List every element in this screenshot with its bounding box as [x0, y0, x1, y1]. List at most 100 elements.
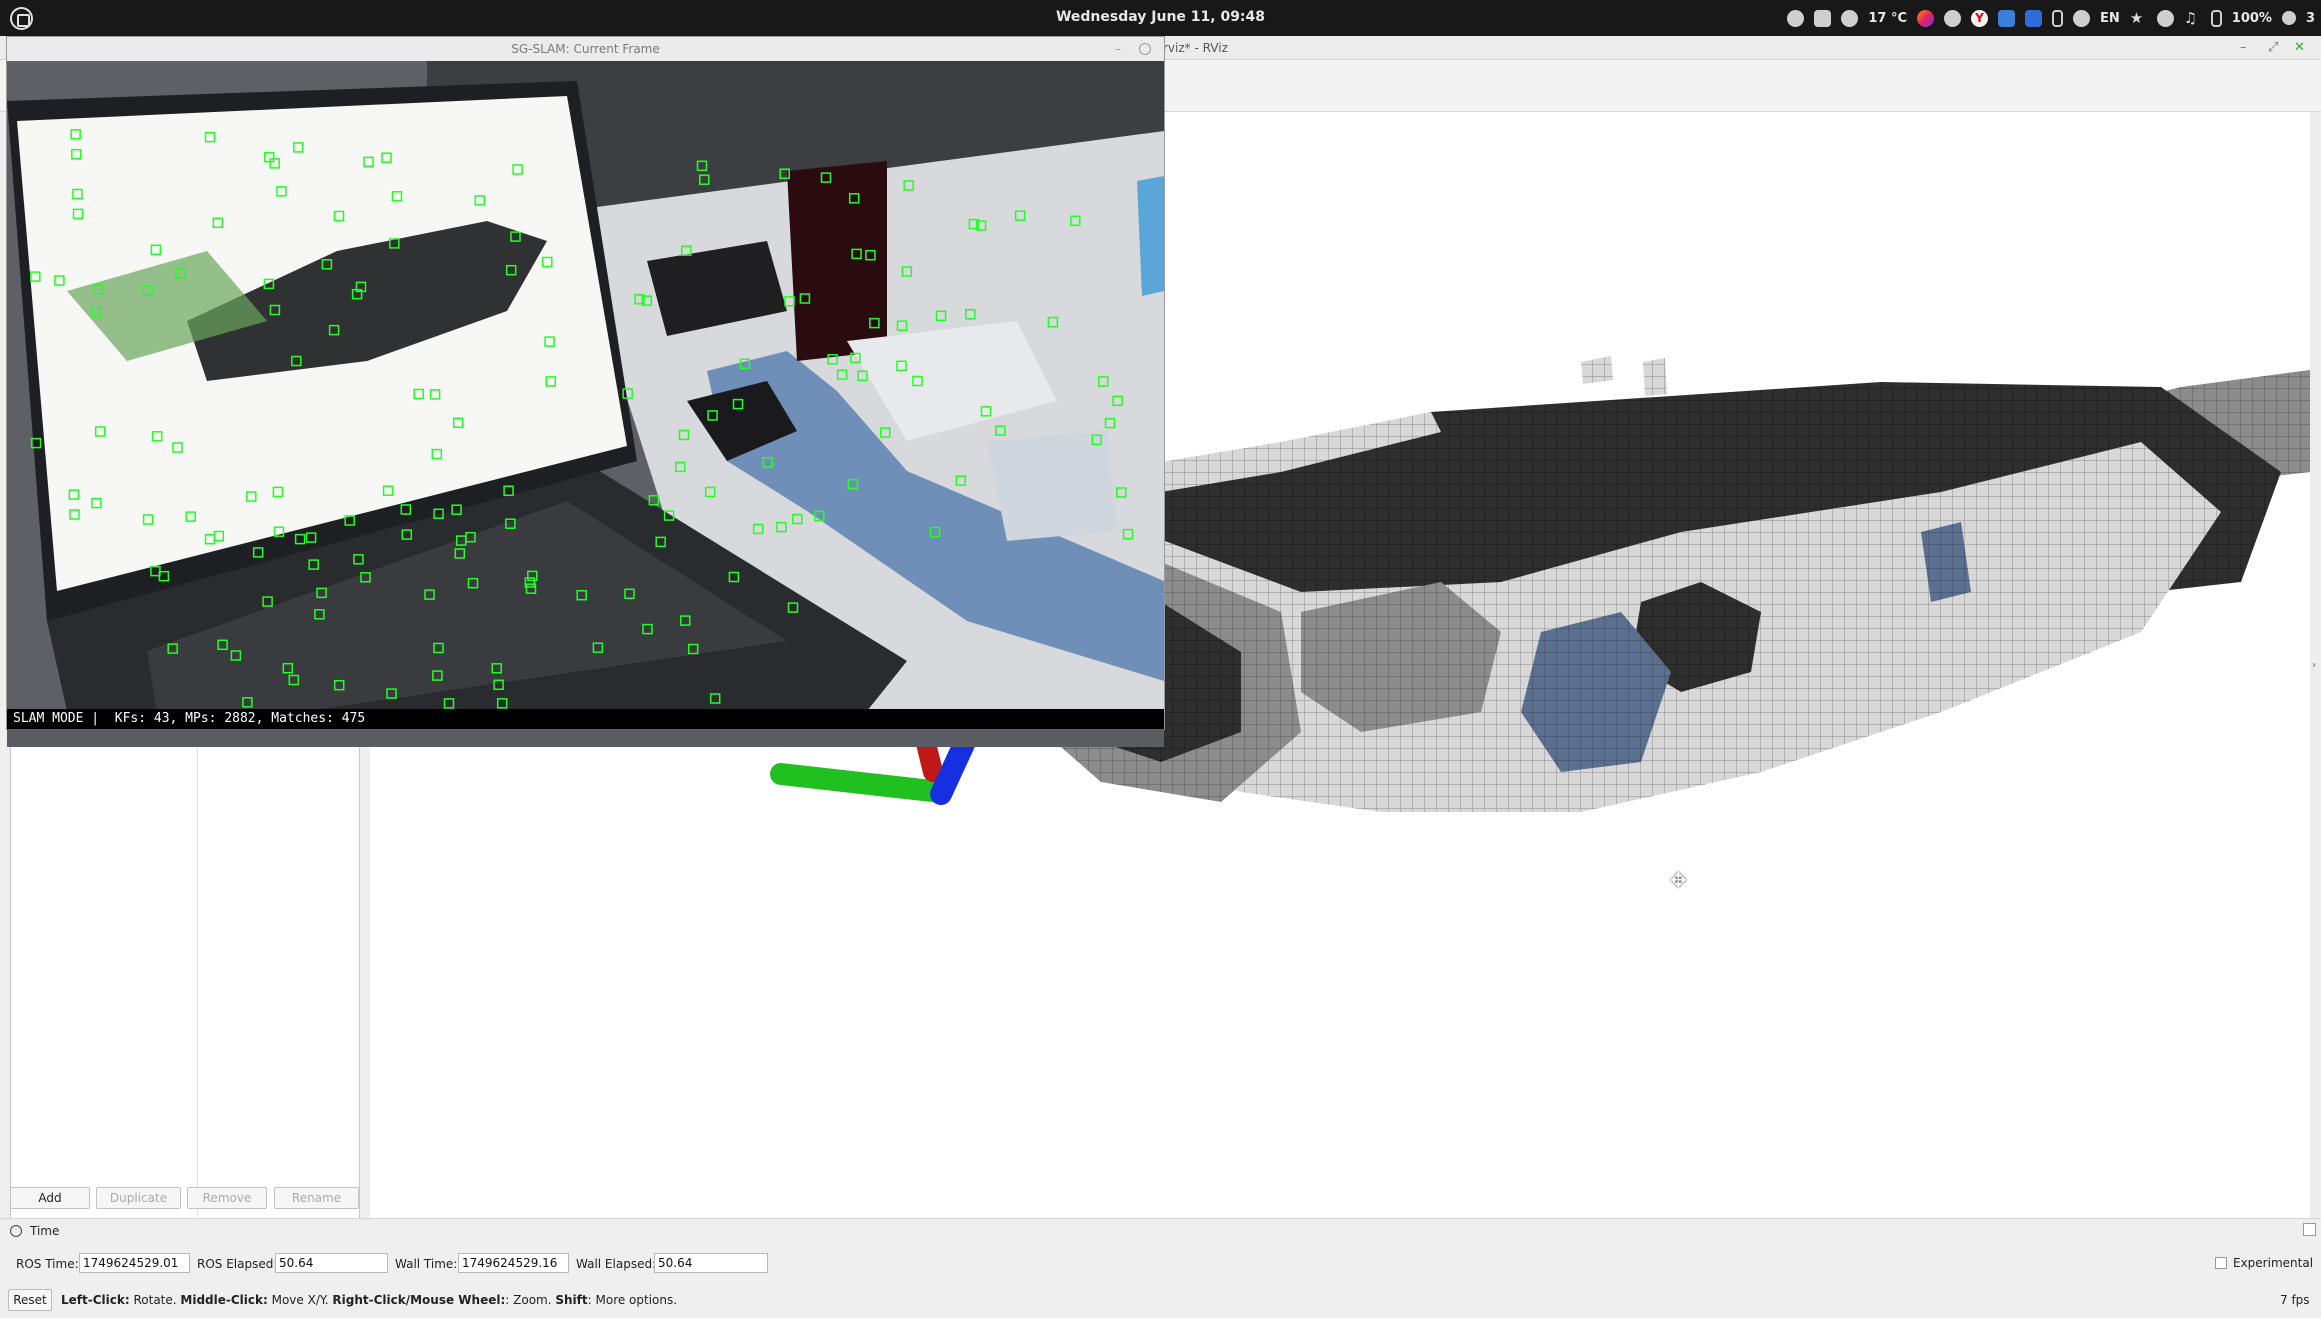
slam-close-icon[interactable] [1139, 43, 1151, 55]
wall-elapsed-field[interactable]: 50.64 [654, 1253, 768, 1273]
brightness-icon[interactable] [1787, 9, 1805, 27]
feature-point-marker [680, 615, 691, 626]
sg-slam-titlebar[interactable]: SG-SLAM: Current Frame – [7, 37, 1164, 61]
expand-arrow-icon[interactable]: › [2312, 660, 2316, 671]
feature-point-marker [230, 650, 242, 661]
feature-point-marker [272, 486, 284, 498]
slam-minimize-icon[interactable]: – [1115, 37, 1121, 61]
feature-point-marker [213, 530, 225, 542]
sg-slam-window-title: SG-SLAM: Current Frame [511, 42, 660, 56]
experimental-checkbox[interactable] [2215, 1257, 2227, 1269]
wifi-icon[interactable] [2156, 9, 2174, 27]
feature-point-marker [491, 663, 502, 674]
ros-time-field[interactable]: 1749624529.01 [79, 1253, 190, 1273]
feature-point-marker [204, 131, 216, 143]
system-tray: 17 °C Y EN ★ ♫ 100% 3 [1787, 6, 2315, 30]
duplicate-display-button[interactable]: Duplicate [96, 1187, 181, 1209]
star-icon[interactable]: ★ [2130, 9, 2147, 27]
feature-point-marker [185, 511, 196, 522]
add-display-button[interactable]: Add [10, 1187, 90, 1209]
feature-point-marker [432, 670, 443, 681]
feature-point-marker [544, 336, 555, 347]
feature-point-marker [30, 271, 41, 282]
remove-display-button[interactable]: Remove [187, 1187, 267, 1209]
clock-icon [10, 1225, 22, 1237]
feature-point-marker [792, 513, 803, 525]
viewport-side-strip: › [2310, 112, 2321, 1224]
rviz-window-title: rviz* - RViz [1163, 41, 1228, 55]
battery-icon[interactable] [2210, 9, 2222, 27]
weather-icon[interactable] [1841, 9, 1859, 27]
close-icon[interactable]: ✕ [2294, 40, 2305, 55]
feature-point-marker [912, 375, 923, 387]
yandex-icon[interactable]: Y [1971, 9, 1989, 27]
feature-point-marker [493, 679, 504, 691]
feature-point-marker [68, 489, 80, 500]
language-indicator[interactable]: EN [2100, 11, 2120, 26]
feature-point-marker [879, 427, 891, 438]
ros-elapsed-field[interactable]: 50.64 [275, 1253, 388, 1273]
temperature-label[interactable]: 17 °C [1868, 11, 1907, 26]
wall-time-field[interactable]: 1749624529.16 [458, 1253, 569, 1273]
screenshot-icon[interactable] [1998, 9, 2016, 27]
feature-point-marker [454, 548, 466, 559]
cloud-icon[interactable] [2073, 9, 2091, 27]
feature-point-marker [467, 577, 479, 589]
feature-point-marker [269, 304, 281, 316]
vpn-icon[interactable] [2025, 9, 2043, 27]
feature-point-marker [1104, 417, 1116, 429]
feature-point-marker [687, 643, 699, 655]
panel-close-icon[interactable] [2303, 1223, 2316, 1236]
feature-point-marker [70, 129, 81, 140]
battery-percent[interactable]: 100% [2232, 11, 2272, 26]
sg-slam-window[interactable]: SG-SLAM: Current Frame – SLAM MODE | KFs… [6, 36, 1165, 747]
ros-elapsed-label: ROS Elapsed: [197, 1257, 278, 1271]
feature-point-marker [929, 526, 941, 538]
feature-point-marker [696, 160, 708, 172]
feature-point-marker [850, 352, 861, 364]
hint-part: Left-Click: [61, 1293, 130, 1307]
feature-point-marker [269, 158, 280, 169]
feature-point-marker [857, 370, 868, 382]
bluetooth-icon[interactable] [2052, 9, 2064, 27]
feature-point-marker [699, 174, 710, 185]
hint-part: Shift [555, 1293, 588, 1307]
slam-status-bar: SLAM MODE | KFs: 43, MPs: 2882, Matches:… [7, 709, 1164, 729]
hint-part: Middle-Click: [180, 1293, 268, 1307]
move-cursor-icon: ✥ [1670, 868, 1687, 892]
reset-button[interactable]: Reset [8, 1289, 52, 1311]
music-icon[interactable]: ♫ [2184, 9, 2201, 27]
feature-point-marker [142, 514, 154, 525]
feature-point-marker [433, 642, 444, 654]
feature-point-marker [527, 570, 538, 582]
feature-point-marker [465, 531, 476, 543]
feature-point-marker [995, 425, 1006, 436]
notification-count[interactable]: 3 [2306, 11, 2315, 26]
voxel-cluster-small-2 [1643, 358, 1667, 396]
feature-point-marker [451, 504, 462, 515]
feature-point-marker [151, 431, 163, 442]
feature-point-marker [851, 248, 862, 260]
feature-point-marker [282, 662, 294, 674]
firefox-icon[interactable] [1917, 9, 1935, 27]
maximize-icon[interactable]: ⤢ [2268, 40, 2278, 55]
people-icon[interactable] [1944, 9, 1962, 27]
ros-time-label: ROS Time: [16, 1257, 79, 1271]
feature-point-marker [836, 369, 848, 380]
menu-logo-icon[interactable] [10, 7, 33, 30]
feature-point-marker [175, 268, 186, 279]
feature-point-marker [291, 355, 302, 367]
time-panel-title: Time [30, 1224, 60, 1238]
feature-point-marker [642, 623, 653, 635]
axis-x-green [770, 763, 952, 803]
feature-point-marker [72, 188, 83, 200]
rename-display-button[interactable]: Rename [274, 1187, 359, 1209]
hint-part: Right-Click/Mouse Wheel: [332, 1293, 506, 1307]
minimize-icon[interactable]: – [2240, 40, 2247, 55]
bell-icon[interactable] [2281, 11, 2296, 25]
feature-point-marker [273, 526, 285, 537]
feature-point-marker [429, 389, 441, 400]
feature-point-marker [820, 172, 832, 183]
feature-point-marker [624, 588, 635, 600]
clipboard-icon[interactable] [1814, 9, 1832, 27]
